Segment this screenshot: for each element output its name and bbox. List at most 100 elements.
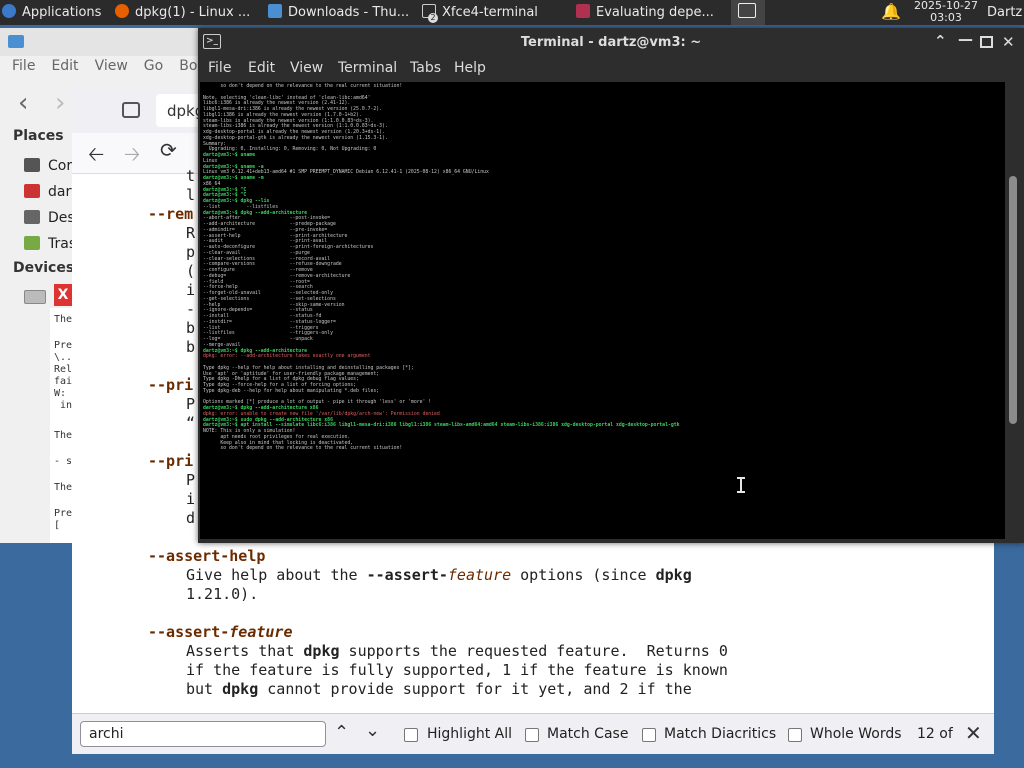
- list-item: fai: [54, 376, 72, 387]
- reload-icon[interactable]: ⟳: [160, 138, 177, 162]
- find-previous-icon[interactable]: ⌃: [334, 722, 349, 743]
- match-count: 12 of: [917, 726, 953, 742]
- list-item: [: [54, 520, 61, 531]
- match-case-checkbox[interactable]: [525, 728, 539, 742]
- back-arrow-icon[interactable]: ‹: [18, 90, 28, 116]
- task-button-3[interactable]: Evaluating depe...: [570, 0, 725, 25]
- man-option-heading: --assert-feature: [148, 623, 293, 641]
- whole-words-label[interactable]: Whole Words: [810, 726, 902, 742]
- list-item: - s: [54, 456, 72, 467]
- man-text-line: b: [186, 319, 196, 337]
- task-label: Downloads - Thu...: [288, 5, 410, 20]
- computer-icon: [24, 158, 40, 172]
- home-icon: [24, 184, 40, 198]
- menu-item[interactable]: Edit: [248, 60, 275, 76]
- applications-label: Applications: [22, 5, 102, 20]
- menu-item[interactable]: File: [208, 60, 231, 76]
- tab-overview-icon[interactable]: [122, 102, 140, 118]
- man-text-line: R: [186, 224, 196, 242]
- highlight-all-label[interactable]: Highlight All: [427, 726, 512, 742]
- man-text-line: b: [186, 338, 196, 356]
- menu-item[interactable]: Go: [144, 58, 163, 74]
- find-input[interactable]: [80, 721, 326, 747]
- list-item: Pre: [54, 508, 72, 519]
- file-manager-content: The Pre \.. Rel fai W: in The - s The Pre[: [50, 308, 72, 543]
- maximize-icon[interactable]: [980, 36, 993, 48]
- menu-item[interactable]: View: [95, 58, 128, 74]
- man-text-line: P: [186, 471, 196, 489]
- match-case-label[interactable]: Match Case: [547, 726, 628, 742]
- task-button-2[interactable]: Xfce4-terminal 2: [418, 0, 566, 25]
- places-item[interactable]: Cor: [24, 155, 72, 175]
- devices-header: Devices: [13, 260, 75, 276]
- man-text-line: (: [186, 262, 196, 280]
- task-label: Evaluating depe...: [596, 5, 714, 20]
- find-next-icon[interactable]: ⌄: [365, 720, 380, 741]
- user-name[interactable]: Dartz: [987, 5, 1022, 20]
- menu-item[interactable]: View: [290, 60, 323, 76]
- man-option-heading: --rem: [148, 205, 194, 223]
- menu-item[interactable]: Edit: [51, 58, 78, 74]
- time: 03:03: [930, 11, 962, 24]
- terminal-output[interactable]: so don't depend on the relevance to the …: [200, 82, 1005, 539]
- close-icon[interactable]: ✕: [965, 721, 982, 745]
- menu-item[interactable]: Help: [454, 60, 486, 76]
- places-header: Places: [13, 128, 64, 144]
- terminal-titlebar[interactable]: >_ Terminal - dartz@vm3: ~ ⌃ — ✕: [198, 28, 1024, 56]
- man-text-line: -: [186, 300, 196, 318]
- whole-words-checkbox[interactable]: [788, 728, 802, 742]
- find-bar: ⌃ ⌄ Highlight All Match Case Match Diacr…: [72, 713, 994, 754]
- task-label: dpkg(1) - Linux ...: [135, 5, 251, 20]
- close-icon[interactable]: ✕: [1002, 33, 1015, 51]
- man-text-line: “: [186, 414, 196, 432]
- places-item[interactable]: Tras: [24, 233, 76, 253]
- file-manager-titlebar[interactable]: [0, 28, 210, 56]
- match-diacritics-label[interactable]: Match Diacritics: [664, 726, 776, 742]
- clock[interactable]: 2025-10-27 03:03: [910, 0, 982, 24]
- drive-icon[interactable]: [24, 290, 46, 304]
- task-button-1[interactable]: Downloads - Thu...: [263, 0, 415, 25]
- man-option-heading: --pri: [148, 376, 194, 394]
- menu-item[interactable]: File: [12, 58, 35, 74]
- task-button-terminal-active[interactable]: [731, 0, 765, 25]
- app-icon[interactable]: X: [54, 284, 72, 306]
- man-text-line: p: [186, 243, 196, 261]
- man-text-line: t: [186, 167, 196, 185]
- window-shade-icon[interactable]: ⌃: [934, 32, 947, 50]
- man-text-line: 1.21.0).: [186, 585, 259, 603]
- menu-item[interactable]: Terminal: [338, 60, 397, 76]
- man-option-heading: --assert-help: [148, 547, 266, 565]
- terminal-icon: [738, 3, 756, 18]
- terminal-scrollbar-thumb[interactable]: [1009, 176, 1017, 424]
- places-item-label: Des: [48, 210, 75, 226]
- notification-bell-icon[interactable]: 🔔: [881, 2, 901, 21]
- applications-menu[interactable]: Applications: [2, 0, 108, 25]
- folder-icon: [8, 35, 24, 48]
- terminal-line: so don't depend on the relevance to the …: [203, 446, 403, 452]
- man-text-line: if the feature is fully supported, 1 if …: [186, 661, 728, 679]
- man-text-line: i: [186, 281, 196, 299]
- places-item[interactable]: Des: [24, 207, 75, 227]
- minimize-icon[interactable]: —: [958, 30, 973, 48]
- terminal-menubar: File Edit View Terminal Tabs Help: [198, 56, 1024, 82]
- text-cursor-icon: [737, 477, 745, 493]
- places-item[interactable]: dart: [24, 181, 77, 201]
- man-text-line: Asserts that dpkg supports the requested…: [186, 642, 728, 660]
- trash-icon: [24, 236, 40, 250]
- file-manager-menubar: File Edit View Go Boo: [0, 58, 210, 84]
- forward-arrow-icon[interactable]: ›: [55, 90, 65, 116]
- list-item: Pre: [54, 340, 72, 351]
- terminal-text: so don't depend on the relevance to the …: [200, 82, 1005, 454]
- list-item: \..: [54, 352, 72, 363]
- xfce-logo-icon: [2, 4, 16, 18]
- list-item: in: [54, 400, 72, 411]
- menu-item[interactable]: Tabs: [410, 60, 441, 76]
- highlight-all-checkbox[interactable]: [404, 728, 418, 742]
- places-item-label: Cor: [48, 158, 73, 174]
- task-button-0[interactable]: dpkg(1) - Linux ...: [111, 0, 260, 25]
- desktop-icon: [24, 210, 40, 224]
- match-diacritics-checkbox[interactable]: [642, 728, 656, 742]
- app-icon: [576, 4, 590, 18]
- list-item: Rel: [54, 364, 72, 375]
- window-count-badge: 2: [428, 13, 438, 23]
